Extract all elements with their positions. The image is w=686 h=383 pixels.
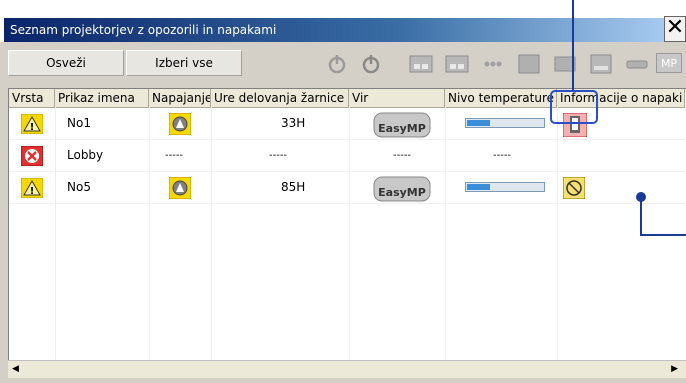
horizontal-scrollbar[interactable]: ◀ ▶ bbox=[8, 360, 686, 378]
close-button[interactable]: ✕ bbox=[664, 16, 686, 42]
col-type[interactable]: Vrsta bbox=[9, 89, 55, 107]
row-lamp-hours: 33H bbox=[281, 116, 306, 130]
temperature-fill bbox=[467, 120, 491, 126]
table-row[interactable]: ! No5 85H EasyMP bbox=[9, 172, 685, 204]
callout-dot bbox=[636, 192, 646, 202]
col-name[interactable]: Prikaz imena bbox=[55, 89, 149, 107]
row-source: ----- bbox=[393, 150, 412, 161]
easymp-icon: EasyMP bbox=[373, 176, 431, 202]
row-name: Lobby bbox=[67, 148, 104, 162]
callout-line bbox=[572, 0, 574, 90]
temperature-fill bbox=[467, 184, 491, 190]
row-lamp-hours: ----- bbox=[269, 150, 288, 161]
window-title: Seznam projektorjev z opozorili in napak… bbox=[4, 18, 664, 42]
svg-text:!: ! bbox=[30, 186, 35, 197]
callout-line bbox=[640, 234, 686, 236]
computer-icon[interactable] bbox=[588, 53, 614, 75]
col-lamp-hours[interactable]: Ure delovanja žarnice bbox=[211, 89, 349, 107]
power-warning-icon bbox=[169, 113, 191, 135]
error-warning-window: Seznam projektorjev z opozorili in napak… bbox=[0, 0, 686, 383]
svg-text:EasyMP: EasyMP bbox=[378, 186, 426, 199]
row-name: No1 bbox=[67, 116, 91, 130]
warning-icon: ! bbox=[21, 114, 43, 134]
input2-icon[interactable] bbox=[444, 53, 470, 75]
easymp-icon: EasyMP bbox=[373, 112, 431, 138]
warning-icon: ! bbox=[21, 178, 43, 198]
input1-icon[interactable] bbox=[408, 53, 434, 75]
row-temperature: ----- bbox=[493, 150, 512, 161]
error-icon bbox=[21, 146, 43, 166]
svg-text:EasyMP: EasyMP bbox=[378, 122, 426, 135]
col-source[interactable]: Vir bbox=[349, 89, 445, 107]
power-off-icon[interactable] bbox=[358, 53, 384, 75]
power-on-icon[interactable] bbox=[324, 53, 350, 75]
temperature-bar bbox=[465, 118, 545, 128]
projector-table: Vrsta Prikaz imena Napajanje Ure delovan… bbox=[8, 88, 686, 361]
fan-error-icon[interactable] bbox=[563, 177, 585, 199]
toolbar: Osveži Izberi vse MP bbox=[4, 45, 684, 81]
callout-line bbox=[640, 196, 642, 236]
select-all-button[interactable]: Izberi vse bbox=[126, 50, 242, 76]
row-name: No5 bbox=[67, 180, 91, 194]
refresh-button[interactable]: Osveži bbox=[8, 50, 124, 76]
col-temperature[interactable]: Nivo temperature bbox=[445, 89, 557, 107]
col-power[interactable]: Napajanje bbox=[149, 89, 211, 107]
power-warning-icon bbox=[169, 177, 191, 199]
row-power: ----- bbox=[165, 150, 184, 161]
mp-icon[interactable]: MP bbox=[656, 53, 682, 73]
table-row[interactable]: Lobby ----- ----- ----- ----- bbox=[9, 140, 685, 172]
video-icon[interactable] bbox=[516, 53, 542, 75]
scroll-right-icon[interactable]: ▶ bbox=[671, 364, 678, 374]
svg-text:!: ! bbox=[30, 122, 35, 133]
usb-icon[interactable] bbox=[624, 53, 650, 75]
scroll-left-icon[interactable]: ◀ bbox=[12, 364, 19, 374]
svideo-icon[interactable] bbox=[552, 53, 578, 75]
input3-icon[interactable] bbox=[480, 53, 506, 75]
callout-highlight bbox=[550, 90, 598, 124]
temperature-bar bbox=[465, 182, 545, 192]
row-lamp-hours: 85H bbox=[281, 180, 306, 194]
